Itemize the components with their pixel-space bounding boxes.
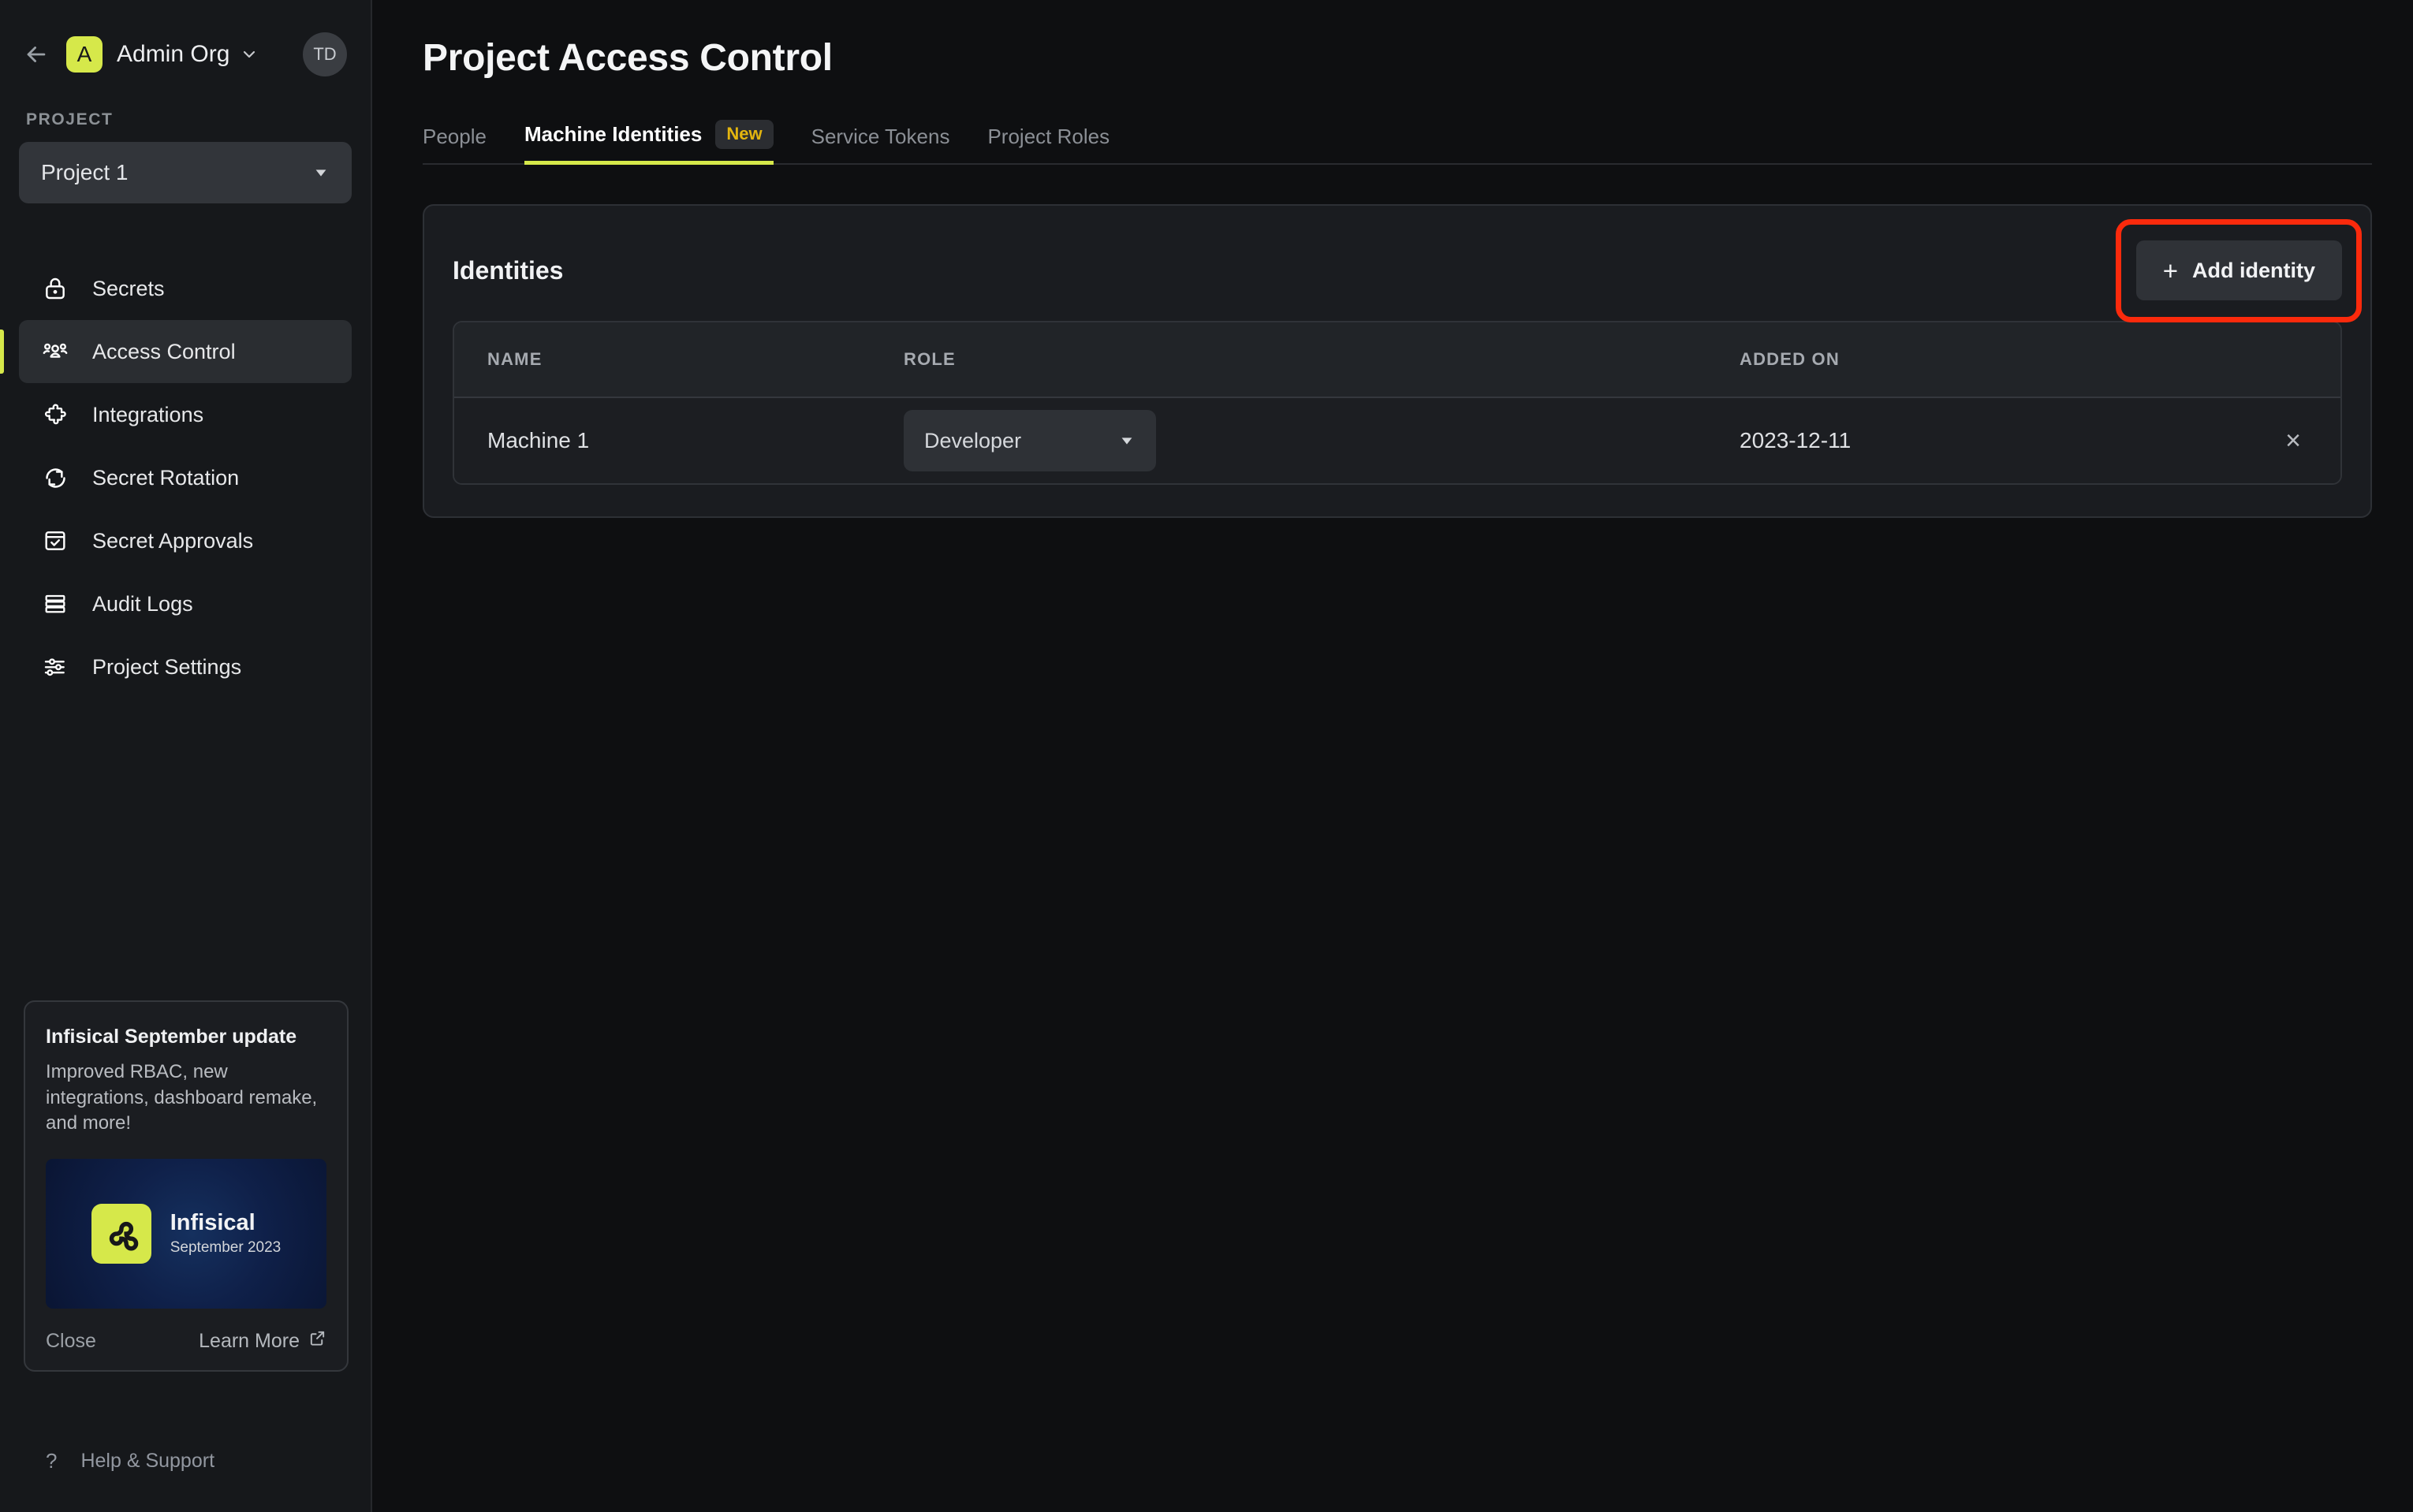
promo-brand: Infisical — [170, 1211, 282, 1236]
tab-label: Machine Identities — [524, 122, 702, 147]
table-row: Machine 1 Developer 2023-12-11 × — [454, 398, 2340, 483]
table-header-row: NAME ROLE ADDED ON — [454, 322, 2340, 398]
role-select[interactable]: Developer — [904, 410, 1156, 471]
cell-role: Developer — [904, 410, 1740, 471]
add-identity-wrapper: + Add identity — [2136, 240, 2342, 300]
page-title: Project Access Control — [423, 36, 2372, 80]
role-select-value: Developer — [924, 429, 1021, 453]
list-rows-icon — [39, 588, 71, 620]
sliders-icon — [39, 651, 71, 683]
identities-card-header: Identities + Add identity — [453, 234, 2342, 307]
sidebar-item-project-settings[interactable]: Project Settings — [19, 635, 352, 698]
refresh-icon — [39, 462, 71, 493]
help-and-support-button[interactable]: ? Help & Support — [0, 1410, 369, 1512]
sidebar-item-access-control[interactable]: Access Control — [19, 320, 352, 383]
sidebar-item-secrets[interactable]: Secrets — [19, 257, 352, 320]
approval-window-icon — [39, 525, 71, 557]
tab-label: Service Tokens — [811, 125, 950, 149]
cell-added-on: 2023-12-11 — [1740, 428, 2246, 453]
avatar[interactable]: TD — [303, 32, 347, 76]
sidebar-item-audit-logs[interactable]: Audit Logs — [19, 572, 352, 635]
sidebar-item-label: Secret Approvals — [92, 529, 253, 553]
tab-new-badge: New — [715, 120, 773, 149]
tab-people[interactable]: People — [423, 125, 487, 163]
org-bar: A Admin Org TD — [0, 0, 371, 109]
column-header-added-on: ADDED ON — [1740, 349, 2246, 370]
chevron-down-icon — [312, 164, 330, 181]
project-select[interactable]: Project 1 — [19, 142, 352, 203]
column-header-name: NAME — [454, 349, 904, 370]
users-icon — [39, 336, 71, 367]
promo-brand-block: Infisical September 2023 — [170, 1211, 282, 1257]
sidebar-item-label: Project Settings — [92, 655, 241, 680]
tab-service-tokens[interactable]: Service Tokens — [811, 125, 950, 163]
sidebar-item-label: Access Control — [92, 340, 236, 364]
add-identity-label: Add identity — [2192, 259, 2315, 283]
tab-project-roles[interactable]: Project Roles — [987, 125, 1110, 163]
tab-bar: People Machine Identities New Service To… — [423, 114, 2372, 165]
tab-label: People — [423, 125, 487, 149]
promo-actions: Close Learn More — [46, 1329, 326, 1353]
promo-learn-more-link[interactable]: Learn More — [199, 1329, 326, 1353]
chevron-down-icon — [1118, 432, 1136, 449]
sidebar-item-label: Secret Rotation — [92, 466, 239, 490]
org-logo: A — [66, 36, 103, 73]
arrow-left-icon[interactable] — [19, 37, 54, 72]
identities-table: NAME ROLE ADDED ON Machine 1 Developer — [453, 321, 2342, 485]
org-name: Admin Org — [117, 41, 229, 68]
promo-close-button[interactable]: Close — [46, 1330, 96, 1353]
identities-title: Identities — [453, 256, 563, 285]
external-link-icon — [308, 1329, 326, 1353]
cell-name: Machine 1 — [454, 428, 904, 453]
promo-card: Infisical September update Improved RBAC… — [24, 1000, 349, 1372]
project-section-label: PROJECT — [0, 110, 371, 129]
plus-icon: + — [2163, 258, 2178, 284]
sidebar-item-label: Secrets — [92, 277, 165, 301]
column-header-role: ROLE — [904, 349, 1740, 370]
sidebar-item-label: Audit Logs — [92, 592, 193, 616]
promo-brand-sub: September 2023 — [170, 1239, 282, 1257]
promo-title: Infisical September update — [46, 1026, 326, 1048]
puzzle-icon — [39, 399, 71, 430]
sidebar-item-secret-rotation[interactable]: Secret Rotation — [19, 446, 352, 509]
question-mark-icon: ? — [46, 1449, 57, 1473]
tab-label: Project Roles — [987, 125, 1110, 149]
promo-body: Improved RBAC, new integrations, dashboa… — [46, 1060, 326, 1137]
promo-image: Infisical September 2023 — [46, 1159, 326, 1309]
sidebar-nav: Secrets Access Control Integrations Secr… — [0, 257, 371, 698]
promo-learn-more-label: Learn More — [199, 1330, 300, 1353]
identities-card: Identities + Add identity NAME ROLE ADDE… — [423, 204, 2372, 518]
sidebar-item-integrations[interactable]: Integrations — [19, 383, 352, 446]
chevron-down-icon[interactable] — [240, 45, 259, 64]
infinity-icon — [91, 1204, 151, 1264]
lock-icon — [39, 273, 71, 304]
tab-machine-identities[interactable]: Machine Identities New — [524, 120, 774, 163]
sidebar: A Admin Org TD PROJECT Project 1 Secrets — [0, 0, 372, 1512]
sidebar-item-secret-approvals[interactable]: Secret Approvals — [19, 509, 352, 572]
close-icon[interactable]: × — [2285, 427, 2301, 454]
project-select-value: Project 1 — [41, 160, 129, 185]
add-identity-button[interactable]: + Add identity — [2136, 240, 2342, 300]
sidebar-item-label: Integrations — [92, 403, 203, 427]
main-content: Project Access Control People Machine Id… — [372, 0, 2413, 1512]
help-and-support-label: Help & Support — [80, 1450, 214, 1473]
cell-actions: × — [2246, 427, 2340, 454]
app-root: A Admin Org TD PROJECT Project 1 Secrets — [0, 0, 2413, 1512]
